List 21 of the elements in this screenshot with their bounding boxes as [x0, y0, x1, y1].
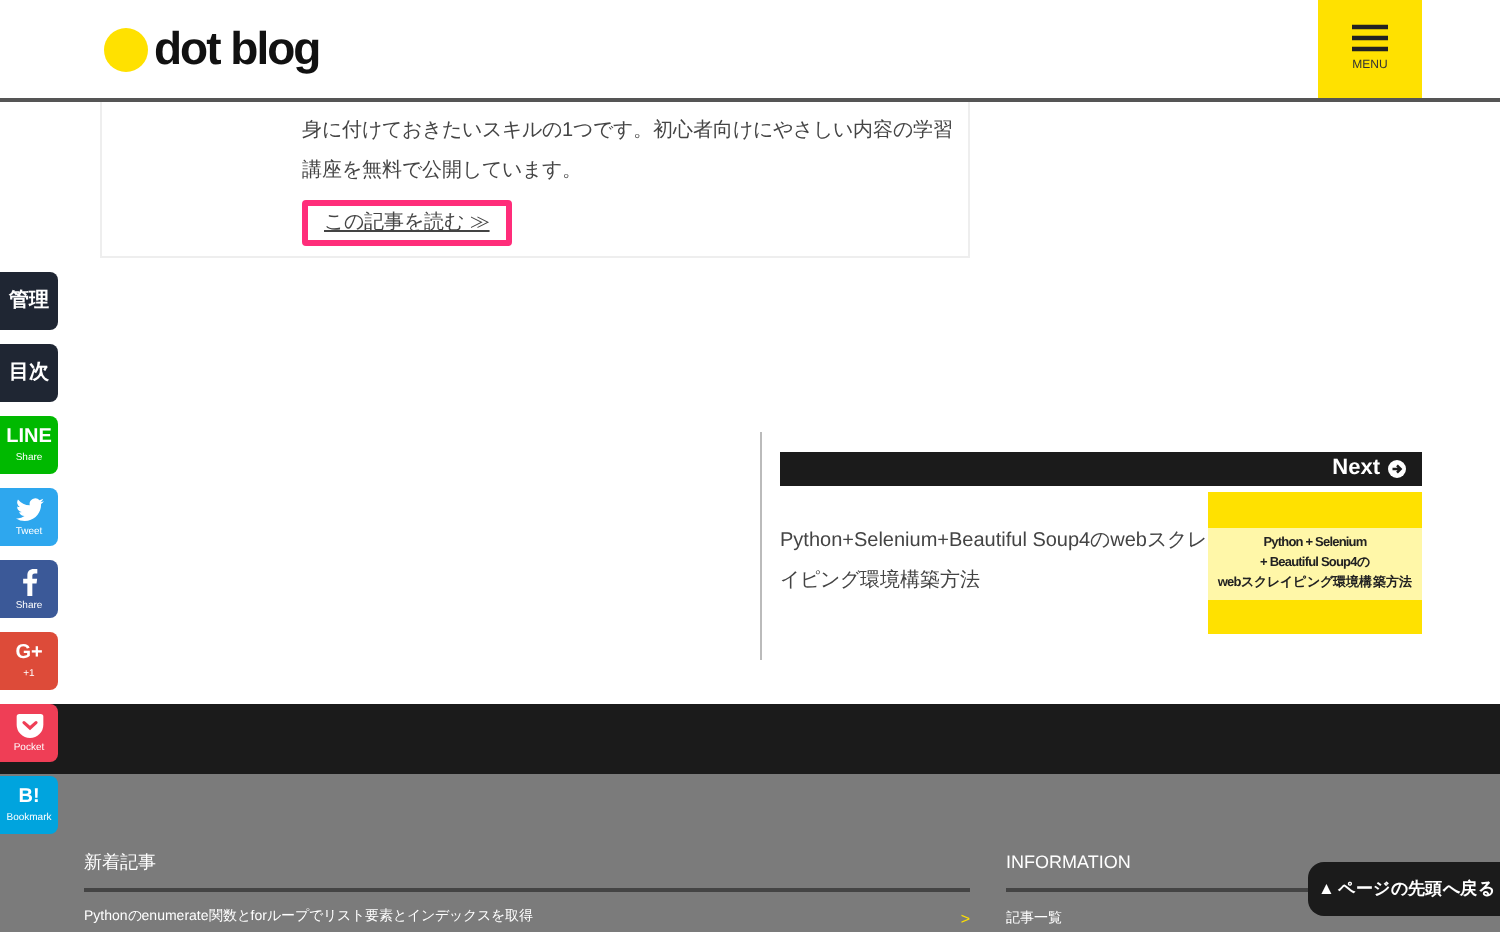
pocket-icon [15, 713, 43, 737]
read-more-link[interactable]: この記事を読む ≫ [302, 200, 512, 246]
share-label: 目次 [9, 363, 49, 383]
site-logo[interactable]: dot blog [154, 14, 320, 84]
bird-icon [15, 497, 43, 521]
share-label: 管理 [9, 291, 49, 311]
menu-icon [1352, 23, 1388, 51]
section-heading: 新着記事 [84, 850, 970, 891]
arrow-circle-icon [1388, 460, 1406, 478]
share-button[interactable]: 管理 [0, 272, 58, 330]
share-label: LINE [6, 427, 52, 447]
excerpt-line: 講座を無料で公開しています。 [302, 157, 584, 186]
excerpt-line: 身に付けておきたいスキルの1つです。初心者向けにやさしい内容の学習 [302, 117, 952, 146]
share-label: G+ [15, 643, 43, 663]
share-button[interactable]: 目次 [0, 344, 58, 402]
next-bar[interactable]: Next [780, 452, 1422, 486]
f-icon [21, 567, 37, 595]
back-to-top-button[interactable]: ▲ ページの先頭へ戻る [1308, 862, 1500, 916]
next-post-title[interactable]: Python+Selenium+Beautiful Soup4のwebスクレイピング環境構築方法 [780, 492, 1208, 634]
share-label: B! [18, 787, 40, 807]
next-label: Next [1332, 454, 1380, 485]
